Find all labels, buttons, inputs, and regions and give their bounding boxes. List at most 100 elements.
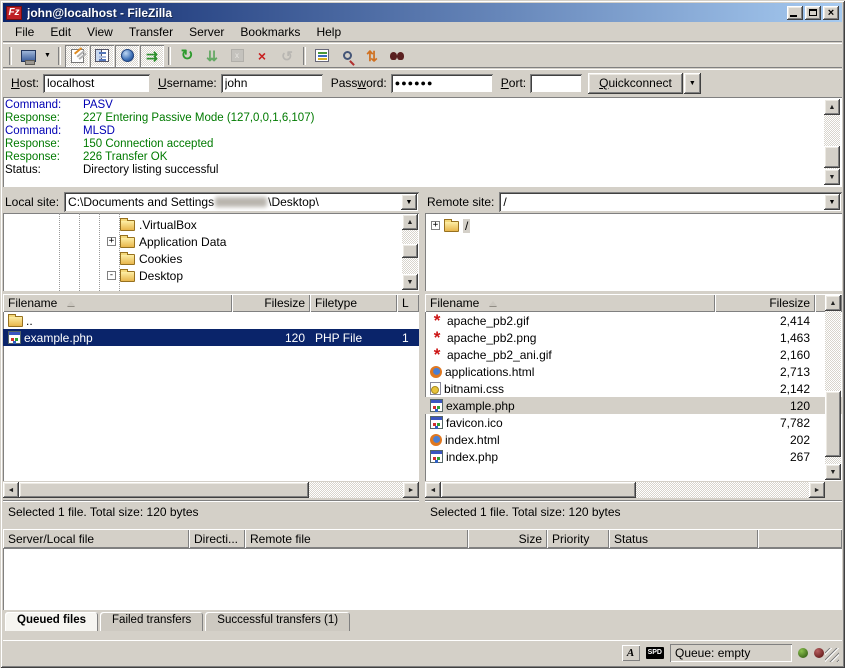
log-line-text: 227 Entering Passive Mode (127,0,0,1,6,1… bbox=[83, 112, 314, 125]
filename-label: apache_pb2.gif bbox=[447, 314, 529, 328]
title-bar[interactable]: Fz john@localhost - FileZilla × bbox=[3, 3, 842, 22]
local-tree-scrollbar-thumb[interactable] bbox=[402, 244, 418, 258]
expand-plus-icon[interactable]: + bbox=[107, 237, 116, 246]
quickconnect-bar: Host: Username: Password: Port: Quickcon… bbox=[3, 69, 842, 96]
scroll-up-icon[interactable]: ▲ bbox=[824, 99, 840, 115]
file-row-bitnami-css[interactable]: bitnami.css2,142 bbox=[425, 380, 842, 397]
scroll-right-icon[interactable]: ► bbox=[809, 482, 825, 498]
toggle-local-tree-button[interactable] bbox=[90, 45, 114, 67]
remote-list-scrollbar-thumb[interactable] bbox=[825, 391, 841, 457]
close-button[interactable]: × bbox=[823, 6, 839, 20]
maximize-button[interactable] bbox=[805, 6, 821, 20]
file-row-apache-pb2-ani-gif[interactable]: *apache_pb2_ani.gif2,160 bbox=[425, 346, 842, 363]
menu-item-server[interactable]: Server bbox=[181, 23, 232, 41]
local-list-hscrollbar[interactable]: ◄ ► bbox=[3, 482, 419, 498]
tree-item-root[interactable]: +/ bbox=[431, 217, 832, 234]
synchronized-browsing-button[interactable]: ⇅ bbox=[360, 45, 384, 67]
file-row-example-php[interactable]: example.php120PHP File1 bbox=[3, 329, 419, 346]
remote-list-hscrollbar[interactable]: ◄ ► bbox=[425, 482, 825, 498]
remote-site-path-combo[interactable]: / ▼ bbox=[499, 192, 842, 212]
toggle-remote-tree-button[interactable] bbox=[115, 45, 139, 67]
resize-grip[interactable] bbox=[825, 648, 839, 662]
menu-item-file[interactable]: File bbox=[7, 23, 42, 41]
open-site-manager-button[interactable] bbox=[16, 45, 40, 67]
toggle-message-log-button[interactable] bbox=[65, 45, 89, 67]
find-files-button[interactable] bbox=[385, 45, 409, 67]
log-scrollbar-thumb[interactable] bbox=[824, 146, 840, 168]
php-icon bbox=[430, 416, 443, 429]
column-header-filesize[interactable]: Filesize bbox=[715, 294, 815, 312]
tree-item-desktop[interactable]: -Desktop bbox=[107, 267, 399, 284]
directory-listing-filters-button[interactable] bbox=[310, 45, 334, 67]
transfer-queue-body[interactable] bbox=[3, 548, 842, 610]
menu-item-edit[interactable]: Edit bbox=[42, 23, 79, 41]
css-icon bbox=[430, 382, 441, 395]
file-row-[interactable]: .. bbox=[3, 312, 419, 329]
column-header-filesize[interactable]: Filesize bbox=[232, 294, 310, 312]
tab-successful-transfers-1[interactable]: Successful transfers (1) bbox=[205, 612, 350, 631]
local-site-path-combo[interactable]: C:\Documents and Settings\Desktop\ ▼ bbox=[64, 192, 419, 212]
scroll-up-icon[interactable]: ▲ bbox=[825, 295, 841, 311]
menu-item-help[interactable]: Help bbox=[308, 23, 349, 41]
column-header-filename[interactable]: Filename bbox=[3, 294, 232, 312]
disconnect-from-server-button[interactable]: × bbox=[250, 45, 274, 67]
scroll-down-icon[interactable]: ▼ bbox=[402, 274, 418, 290]
file-row-index-html[interactable]: index.html202 bbox=[425, 431, 842, 448]
tab-failed-transfers[interactable]: Failed transfers bbox=[100, 612, 203, 631]
scroll-left-icon[interactable]: ◄ bbox=[425, 482, 441, 498]
file-row-favicon-ico[interactable]: favicon.ico7,782 bbox=[425, 414, 842, 431]
tree-item-cookies[interactable]: Cookies bbox=[107, 250, 399, 267]
file-row-index-php[interactable]: index.php267 bbox=[425, 448, 842, 465]
directory-comparison-button[interactable] bbox=[335, 45, 359, 67]
filesize-cell: 120 bbox=[715, 397, 815, 414]
file-row-apache-pb2-png[interactable]: *apache_pb2.png1,463 bbox=[425, 329, 842, 346]
local-hscrollbar-thumb[interactable] bbox=[19, 482, 309, 498]
log-scrollbar[interactable]: ▲ ▼ bbox=[824, 99, 840, 185]
scroll-down-icon[interactable]: ▼ bbox=[825, 464, 841, 480]
file-row-apache-pb2-gif[interactable]: *apache_pb2.gif2,414 bbox=[425, 312, 842, 329]
folder-icon bbox=[120, 271, 135, 282]
file-row-applications-html[interactable]: applications.html2,713 bbox=[425, 363, 842, 380]
column-header-l[interactable]: L bbox=[397, 294, 419, 312]
toggle-transfer-queue-button[interactable]: ⇉ bbox=[140, 45, 164, 67]
menu-item-bookmarks[interactable]: Bookmarks bbox=[232, 23, 308, 41]
window-title: john@localhost - FileZilla bbox=[27, 6, 787, 20]
remote-list-scrollbar[interactable]: ▲ ▼ bbox=[825, 295, 841, 480]
host-input[interactable] bbox=[43, 74, 150, 93]
collapse-minus-icon[interactable]: - bbox=[107, 271, 116, 280]
remote-site-dropdown-button[interactable]: ▼ bbox=[824, 194, 840, 210]
expand-plus-icon[interactable]: + bbox=[431, 221, 440, 230]
filesize-cell bbox=[232, 312, 310, 329]
file-row-example-php[interactable]: example.php120 bbox=[425, 397, 842, 414]
tab-queued-files[interactable]: Queued files bbox=[5, 612, 98, 631]
minimize-button[interactable] bbox=[787, 6, 803, 20]
process-queue-button[interactable]: ⇊ bbox=[200, 45, 224, 67]
tree-item-virtualbox[interactable]: .VirtualBox bbox=[107, 216, 399, 233]
queue-column-status[interactable]: Status bbox=[609, 529, 758, 548]
scroll-left-icon[interactable]: ◄ bbox=[3, 482, 19, 498]
queue-column-priority[interactable]: Priority bbox=[547, 529, 609, 548]
queue-column-remote-file[interactable]: Remote file bbox=[245, 529, 468, 548]
username-input[interactable] bbox=[221, 74, 323, 93]
local-tree-scrollbar[interactable]: ▲ ▼ bbox=[402, 214, 418, 290]
quickconnect-button[interactable]: Quickconnect bbox=[588, 73, 683, 94]
port-input[interactable] bbox=[530, 74, 582, 93]
queue-column-directi[interactable]: Directi... bbox=[189, 529, 245, 548]
open-site-manager-dropdown-button[interactable]: ▼ bbox=[41, 45, 54, 67]
queue-column-server-local-file[interactable]: Server/Local file bbox=[3, 529, 189, 548]
scroll-right-icon[interactable]: ► bbox=[403, 482, 419, 498]
scroll-up-icon[interactable]: ▲ bbox=[402, 214, 418, 230]
scroll-down-icon[interactable]: ▼ bbox=[824, 169, 840, 185]
local-site-dropdown-button[interactable]: ▼ bbox=[401, 194, 417, 210]
menu-item-transfer[interactable]: Transfer bbox=[121, 23, 181, 41]
menu-item-view[interactable]: View bbox=[79, 23, 121, 41]
column-header-filename[interactable]: Filename bbox=[425, 294, 715, 312]
filesize-cell: 267 bbox=[715, 448, 815, 465]
column-header-filetype[interactable]: Filetype bbox=[310, 294, 397, 312]
queue-column-size[interactable]: Size bbox=[468, 529, 547, 548]
quickconnect-dropdown-button[interactable]: ▼ bbox=[684, 73, 701, 94]
tree-item-application-data[interactable]: +Application Data bbox=[107, 233, 399, 250]
password-input[interactable] bbox=[391, 74, 493, 93]
refresh-file-lists-button[interactable]: ↻ bbox=[175, 45, 199, 67]
remote-hscrollbar-thumb[interactable] bbox=[441, 482, 636, 498]
